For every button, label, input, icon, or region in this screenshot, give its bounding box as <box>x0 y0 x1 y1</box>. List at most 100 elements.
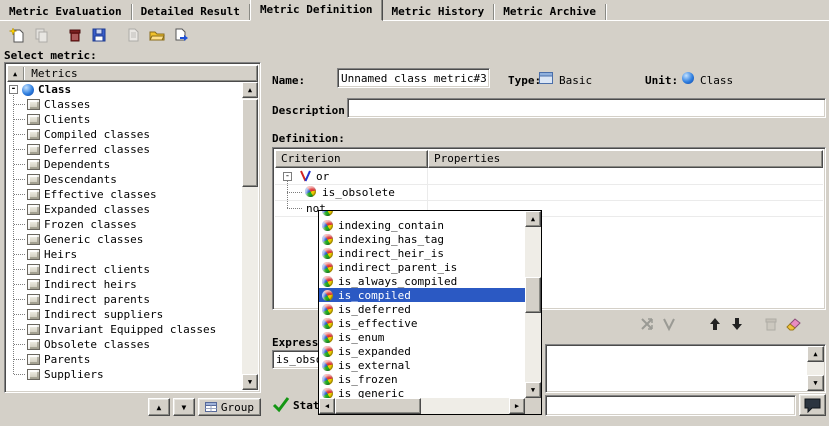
group-button[interactable]: Group <box>198 398 261 416</box>
metric-icon <box>27 204 40 215</box>
tree-item[interactable]: Indirect clients <box>7 262 242 277</box>
tree-header-label: Metrics <box>31 67 77 80</box>
dropdown-horizontal-scrollbar[interactable]: ◀ ▶ <box>319 398 525 414</box>
tree-item[interactable]: Clients <box>7 112 242 127</box>
criterion-icon <box>322 318 333 329</box>
tree-item[interactable]: Dependents <box>7 157 242 172</box>
dropdown-item[interactable]: indirect_heir_is <box>319 246 525 260</box>
criterion-dropdown: indexing_contain indexing_has_tag indire… <box>318 210 542 415</box>
criterion-column-header[interactable]: Criterion <box>275 150 428 168</box>
tree-item[interactable]: Compiled classes <box>7 127 242 142</box>
dropdown-item[interactable]: is_deferred <box>319 302 525 316</box>
tree-item[interactable]: Invariant Equipped classes <box>7 322 242 337</box>
tree-item[interactable]: Frozen classes <box>7 217 242 232</box>
tab[interactable]: Detailed Result <box>132 4 250 20</box>
criterion-operator[interactable]: or <box>316 170 329 183</box>
dropdown-items: indexing_contain indexing_has_tag indire… <box>319 218 525 398</box>
dropdown-item[interactable]: is_frozen <box>319 372 525 386</box>
metric-icon <box>27 354 40 365</box>
tab[interactable]: Metric Archive <box>494 4 606 20</box>
delete-criterion-button[interactable] <box>760 313 782 335</box>
tree-item[interactable]: Indirect heirs <box>7 277 242 292</box>
move-metric-down-button[interactable]: ▼ <box>173 398 195 416</box>
dropdown-vertical-scrollbar[interactable]: ▲ ▼ <box>525 211 541 398</box>
tree-item[interactable]: Indirect parents <box>7 292 242 307</box>
description-input[interactable] <box>347 98 826 118</box>
swap-criteria-button[interactable] <box>636 313 658 335</box>
delete-criterion-icon <box>763 316 779 332</box>
scroll-up-button[interactable]: ▲ <box>242 82 258 98</box>
dropdown-item[interactable]: indirect_parent_is <box>319 260 525 274</box>
scroll-right-button[interactable]: ▶ <box>509 398 525 414</box>
or-operator-icon <box>299 170 312 182</box>
scroll-down-button[interactable]: ▼ <box>807 375 824 391</box>
criterion-icon <box>322 374 333 385</box>
delete-metric-icon <box>67 27 83 43</box>
criterion-operand[interactable]: is_obsolete <box>322 186 395 199</box>
tree-root-class[interactable]: - Class <box>7 82 242 97</box>
insert-or-icon <box>661 316 677 332</box>
open-archive-button[interactable] <box>145 23 169 47</box>
dropdown-item[interactable]: indexing_contain <box>319 218 525 232</box>
tree-item[interactable]: Generic classes <box>7 232 242 247</box>
dropdown-item[interactable]: indexing_has_tag <box>319 232 525 246</box>
move-criterion-up-button[interactable] <box>704 313 726 335</box>
tab[interactable]: Metric Evaluation <box>0 4 132 20</box>
scroll-up-button[interactable]: ▲ <box>807 346 824 362</box>
tab-bar: Metric Evaluation Detailed Result Metric… <box>0 0 829 21</box>
metric-icon <box>27 264 40 275</box>
expression-viewer-scrollbar[interactable]: ▲ ▼ <box>807 346 824 391</box>
dropdown-item[interactable]: is_effective <box>319 316 525 330</box>
criterion-icon <box>322 248 333 259</box>
properties-column-header[interactable]: Properties <box>428 150 823 168</box>
criterion-icon <box>322 346 333 357</box>
group-button-label: Group <box>221 401 254 414</box>
reload-metric-icon <box>125 27 141 43</box>
tree-item[interactable]: Heirs <box>7 247 242 262</box>
tab[interactable]: Metric Definition <box>250 0 383 21</box>
dropdown-item[interactable]: is_expanded <box>319 344 525 358</box>
scroll-down-button[interactable]: ▼ <box>525 382 541 398</box>
tree-item[interactable]: Suppliers <box>7 367 242 382</box>
dropdown-item[interactable]: is_generic <box>319 386 525 398</box>
metric-icon <box>27 339 40 350</box>
scroll-thumb[interactable] <box>242 99 258 187</box>
scroll-up-button[interactable]: ▲ <box>525 211 541 227</box>
tree-item[interactable]: Descendants <box>7 172 242 187</box>
tree-item[interactable]: Indirect suppliers <box>7 307 242 322</box>
dropdown-item[interactable]: is_always_compiled <box>319 274 525 288</box>
tree-header[interactable]: ▲ Metrics <box>7 65 258 82</box>
scroll-down-button[interactable]: ▼ <box>242 374 258 390</box>
dropdown-item[interactable]: is_enum <box>319 330 525 344</box>
dropdown-item[interactable]: is_external <box>319 358 525 372</box>
reload-metric-button[interactable] <box>121 23 145 47</box>
metric-icon <box>27 99 40 110</box>
save-metric-button[interactable] <box>87 23 111 47</box>
copy-metric-button[interactable] <box>29 23 53 47</box>
dropdown-item[interactable]: is_compiled <box>319 288 525 302</box>
new-metric-button[interactable] <box>5 23 29 47</box>
move-metric-up-button[interactable]: ▲ <box>148 398 170 416</box>
tree-item[interactable]: Obsolete classes <box>7 337 242 352</box>
name-input[interactable] <box>337 68 490 88</box>
tree-item[interactable]: Deferred classes <box>7 142 242 157</box>
tree-item[interactable]: Classes <box>7 97 242 112</box>
tree-item[interactable]: Expanded classes <box>7 202 242 217</box>
tab[interactable]: Metric History <box>383 4 495 20</box>
scroll-left-button[interactable]: ◀ <box>319 398 335 414</box>
criterion-icon <box>322 276 333 287</box>
collapse-icon[interactable]: - <box>9 85 18 94</box>
tree-scrollbar[interactable]: ▲ ▼ <box>242 82 258 390</box>
insert-or-button[interactable] <box>658 313 680 335</box>
move-criterion-down-button[interactable] <box>726 313 748 335</box>
delete-metric-button[interactable] <box>63 23 87 47</box>
erase-criterion-button[interactable] <box>782 313 804 335</box>
tree-item[interactable]: Parents <box>7 352 242 367</box>
export-metric-button[interactable] <box>169 23 193 47</box>
scroll-thumb[interactable] <box>335 398 421 414</box>
scroll-thumb[interactable] <box>525 277 541 313</box>
comment-button[interactable] <box>799 394 826 416</box>
tree-item[interactable]: Effective classes <box>7 187 242 202</box>
collapse-icon[interactable]: - <box>283 172 292 181</box>
criterion-icon <box>322 211 333 216</box>
